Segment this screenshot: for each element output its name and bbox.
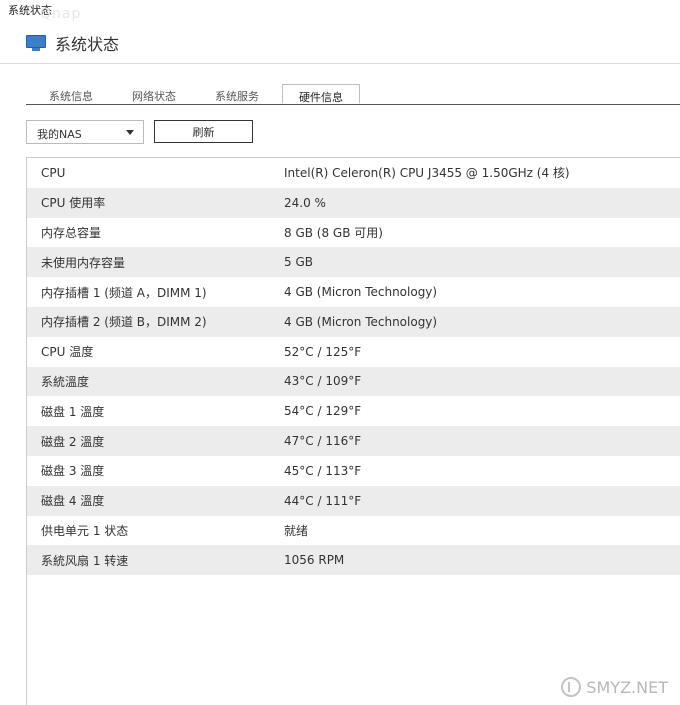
row-value: 5 GB xyxy=(284,255,313,270)
row-value: 1056 RPM xyxy=(284,553,345,568)
table-row: 供电单元 1 状态 就绪 xyxy=(27,516,680,546)
monitor-icon xyxy=(26,34,46,52)
hardware-info-table: CPU Intel(R) Celeron(R) CPU J3455 @ 1.50G… xyxy=(26,157,680,705)
table-row: 磁盘 2 溫度 47°C / 116°F xyxy=(27,426,680,456)
table-row: 磁盘 3 溫度 45°C / 113°F xyxy=(27,456,680,486)
tab-network-status[interactable]: 网络状态 xyxy=(132,88,176,104)
row-key: 供电单元 1 状态 xyxy=(41,523,129,538)
watermark: SMYZ.NET xyxy=(561,677,668,697)
row-value: 就绪 xyxy=(284,523,309,538)
row-value: 44°C / 111°F xyxy=(284,493,362,508)
tab-bar: 系统信息 网络状态 系统服务 硬件信息 xyxy=(26,84,680,105)
table-row: 未使用内存容量 5 GB xyxy=(27,247,680,278)
tab-system-services[interactable]: 系统服务 xyxy=(215,88,259,104)
ghost-text: Qnap xyxy=(40,6,82,22)
row-value: 45°C / 113°F xyxy=(284,463,362,478)
row-key: 磁盘 3 溫度 xyxy=(41,464,105,479)
row-key: 磁盘 2 溫度 xyxy=(41,434,105,449)
row-key: CPU 温度 xyxy=(41,345,94,360)
table-row: 内存插槽 2 (频道 B，DIMM 2) 4 GB (Micron Technol… xyxy=(27,306,680,337)
table-row: 系統溫度 43°C / 109°F xyxy=(27,366,680,397)
row-key: 未使用内存容量 xyxy=(41,255,126,270)
row-value: 4 GB (Micron Technology) xyxy=(284,314,438,329)
table-row: 磁盘 1 溫度 54°C / 129°F xyxy=(27,396,680,426)
row-value: 43°C / 109°F xyxy=(284,374,362,389)
page-title: 系统状态 xyxy=(55,35,120,54)
row-key: 磁盘 4 溫度 xyxy=(41,494,105,509)
table-row: CPU Intel(R) Celeron(R) CPU J3455 @ 1.50G… xyxy=(27,158,680,188)
row-key: 内存插槽 2 (频道 B，DIMM 2) xyxy=(41,315,207,330)
refresh-button[interactable]: 刷新 xyxy=(154,120,253,143)
row-key: CPU xyxy=(41,165,66,180)
row-key: 内存总容量 xyxy=(41,225,102,240)
row-value: 47°C / 116°F xyxy=(284,434,362,449)
row-key: 磁盘 1 溫度 xyxy=(41,404,105,419)
watermark-logo-icon xyxy=(561,677,582,697)
row-key: 系統溫度 xyxy=(41,374,90,389)
row-key: 系統风扇 1 转速 xyxy=(41,553,129,568)
device-select[interactable]: 我的NAS xyxy=(26,120,144,144)
row-value: 4 GB (Micron Technology) xyxy=(284,285,438,300)
table-row: 系統风扇 1 转速 1056 RPM xyxy=(27,545,680,576)
row-key: CPU 使用率 xyxy=(41,196,106,211)
header-divider xyxy=(0,63,680,64)
table-row: CPU 温度 52°C / 125°F xyxy=(27,337,680,367)
chevron-down-icon xyxy=(126,130,134,135)
row-value: 52°C / 125°F xyxy=(284,344,362,359)
table-row: CPU 使用率 24.0 % xyxy=(27,187,680,218)
tab-hardware-info[interactable]: 硬件信息 xyxy=(282,84,360,104)
table-row: 内存插槽 1 (频道 A，DIMM 1) 4 GB (Micron Technol… xyxy=(27,277,680,307)
device-select-value: 我的NAS xyxy=(37,128,82,141)
page-header: 系统状态 xyxy=(26,31,119,55)
table-row: 磁盘 4 溫度 44°C / 111°F xyxy=(27,485,680,516)
row-key: 内存插槽 1 (频道 A，DIMM 1) xyxy=(41,285,207,300)
row-value: 24.0 % xyxy=(284,195,326,210)
row-value: 54°C / 129°F xyxy=(284,404,362,419)
row-value: Intel(R) Celeron(R) CPU J3455 @ 1.50GHz … xyxy=(284,166,570,181)
table-row: 内存总容量 8 GB (8 GB 可用) xyxy=(27,218,680,248)
watermark-text: SMYZ.NET xyxy=(586,677,668,697)
tab-system-info[interactable]: 系统信息 xyxy=(49,88,93,104)
row-value: 8 GB (8 GB 可用) xyxy=(284,225,383,240)
